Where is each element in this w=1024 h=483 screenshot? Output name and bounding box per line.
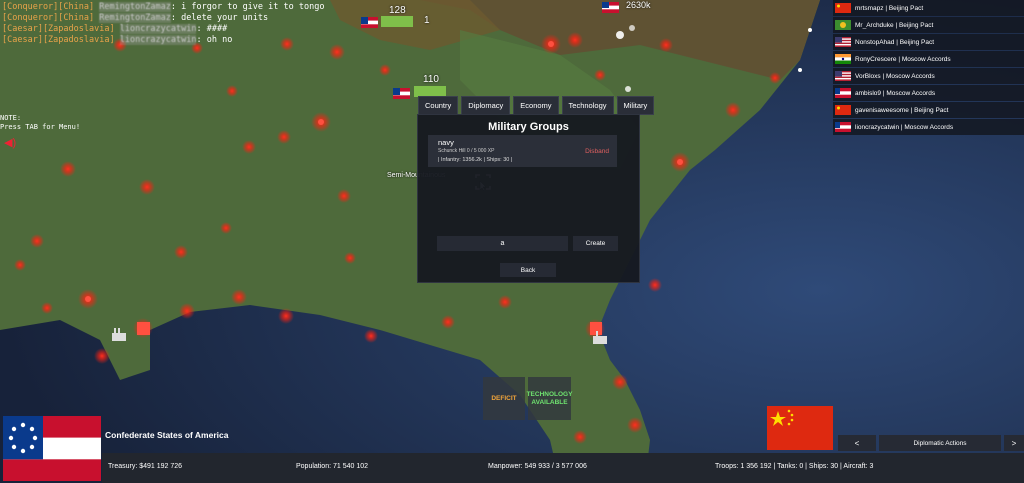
player-name: lioncrazycatwin | Moscow Accords [855,123,954,131]
chat-line: [Caesar][Zapadoslavia] lioncrazycatwin: … [2,35,233,45]
player-row[interactable]: RonyCrescere | Moscow Accords [833,51,1024,67]
previous-country-button[interactable]: < [838,435,876,451]
group-name-input[interactable]: a [437,236,568,251]
chat-message: delete your units [181,13,269,23]
unit-count-label: 128 [389,5,406,16]
chat-line: [Conqueror][China] RemingtonZamaz: delet… [2,13,269,23]
note-text: Press TAB for Menu! [0,123,81,131]
chat-tag: [Conqueror][China] [2,2,95,12]
tab-diplomacy[interactable]: Diplomacy [461,96,511,115]
target-country-flag-icon[interactable] [767,406,833,450]
player-name: VorBloxs | Moscow Accords [855,72,935,80]
player-row[interactable]: mrtsmapz | Beijing Pact [833,0,1024,16]
chat-message: oh no [206,35,233,45]
player-list: mrtsmapz | Beijing Pact Mr_Archduke | Be… [833,0,1024,136]
chat-line: [Caesar][Zapadoslavia] lioncrazycatwin: … [2,24,228,34]
india-flag-icon [835,54,851,64]
population-stat: Population: 71 540 102 [296,463,369,470]
usa-flag-icon [835,71,851,81]
tab-country[interactable]: Country [418,96,459,115]
player-name: mrtsmapz | Beijing Pact [855,4,924,12]
china-flag-icon [835,105,851,115]
unit-count-label: 110 [423,74,439,85]
chat-user: lioncrazycatwin [119,35,197,45]
player-name: RonyCrescere | Moscow Accords [855,55,951,63]
redwhite-flag-icon [835,88,851,98]
chat-log: [Conqueror][China] RemingtonZamaz: i for… [2,2,324,46]
deficit-label: DEFICIT [491,394,517,402]
chat-tag: [Conqueror][China] [2,13,95,23]
chat-message: #### [206,24,228,34]
redwhite-flag-icon [835,122,851,132]
manpower-stat: Manpower: 549 933 / 3 577 006 [488,463,587,470]
player-name: Mr_Archduke | Beijing Pact [855,21,934,29]
deficit-alert[interactable]: DEFICIT [483,377,525,420]
unit-flag-icon[interactable] [393,86,410,99]
stats-bar: Treasury: $491 192 726 Population: 71 54… [102,453,1024,483]
player-name: gavenisaweesome | Beijing Pact [855,106,949,114]
technology-alert[interactable]: TECHNOLOGY AVAILABLE [526,377,573,420]
chat-user: RemingtonZamaz [99,13,171,23]
forces-stat: Troops: 1 356 192 | Tanks: 0 | Ships: 30… [715,463,874,470]
chat-message: i forgor to give it to tongo [181,2,325,12]
create-button[interactable]: Create [573,236,618,251]
player-name: NonstopAhad | Beijing Pact [855,38,935,46]
group-name: navy [438,138,454,147]
chat-tag: [Caesar][Zapadoslavia] [2,24,115,34]
group-xp: Schunck Hill 0 / 5 000 XP [438,148,495,154]
player-row[interactable]: NonstopAhad | Beijing Pact [833,34,1024,50]
speaker-icon[interactable]: ◀) [4,136,16,149]
player-row[interactable]: VorBloxs | Moscow Accords [833,68,1024,84]
usa-flag-icon [835,37,851,47]
treasury-stat: Treasury: $491 192 726 [108,463,183,470]
back-button[interactable]: Back [500,263,556,277]
tab-military[interactable]: Military [616,96,655,115]
player-row[interactable]: ambislo9 | Moscow Accords [833,85,1024,101]
unit-flag-icon[interactable] [361,15,378,28]
diplomatic-actions-button[interactable]: Diplomatic Actions [879,435,1001,451]
chat-tag: [Caesar][Zapadoslavia] [2,35,115,45]
player-name: ambislo9 | Moscow Accords [855,89,936,97]
military-groups-panel: Military Groups navy Schunck Hill 0 / 5 … [417,114,640,283]
disband-button[interactable]: Disband [585,148,609,155]
tech-label-line1: TECHNOLOGY [526,390,573,398]
chat-user: RemingtonZamaz [99,2,171,12]
player-row[interactable]: lioncrazycatwin | Moscow Accords [833,119,1024,135]
tab-economy[interactable]: Economy [513,96,559,115]
green-flag-icon [835,20,851,30]
player-row[interactable]: gavenisaweesome | Beijing Pact [833,102,1024,118]
player-row[interactable]: Mr_Archduke | Beijing Pact [833,17,1024,33]
tab-technology[interactable]: Technology [561,96,614,115]
chat-user: lioncrazycatwin [119,24,197,34]
country-name: Confederate States of America [105,430,229,440]
china-flag-icon [835,3,851,13]
tech-label-line2: AVAILABLE [531,398,568,406]
group-stats: | Infantry: 1356.2k | Ships: 30 | [438,157,513,163]
unit-flag-icon[interactable] [602,0,619,13]
country-flag-icon[interactable] [3,416,101,481]
chat-line: [Conqueror][China] RemingtonZamaz: i for… [2,2,325,12]
help-note: NOTE: Press TAB for Menu! [0,114,80,132]
main-menu-tabs: Country Diplomacy Economy Technology Mil… [418,96,655,115]
unit-count-label: 2630k [626,0,651,10]
unit-health-bar [381,16,413,27]
panel-title: Military Groups [488,121,569,133]
next-country-button[interactable]: > [1004,435,1024,451]
military-group-card[interactable]: navy Schunck Hill 0 / 5 000 XP | Infantr… [428,135,617,167]
unit-count-label: 1 [424,15,430,26]
note-title: NOTE: [0,114,22,122]
